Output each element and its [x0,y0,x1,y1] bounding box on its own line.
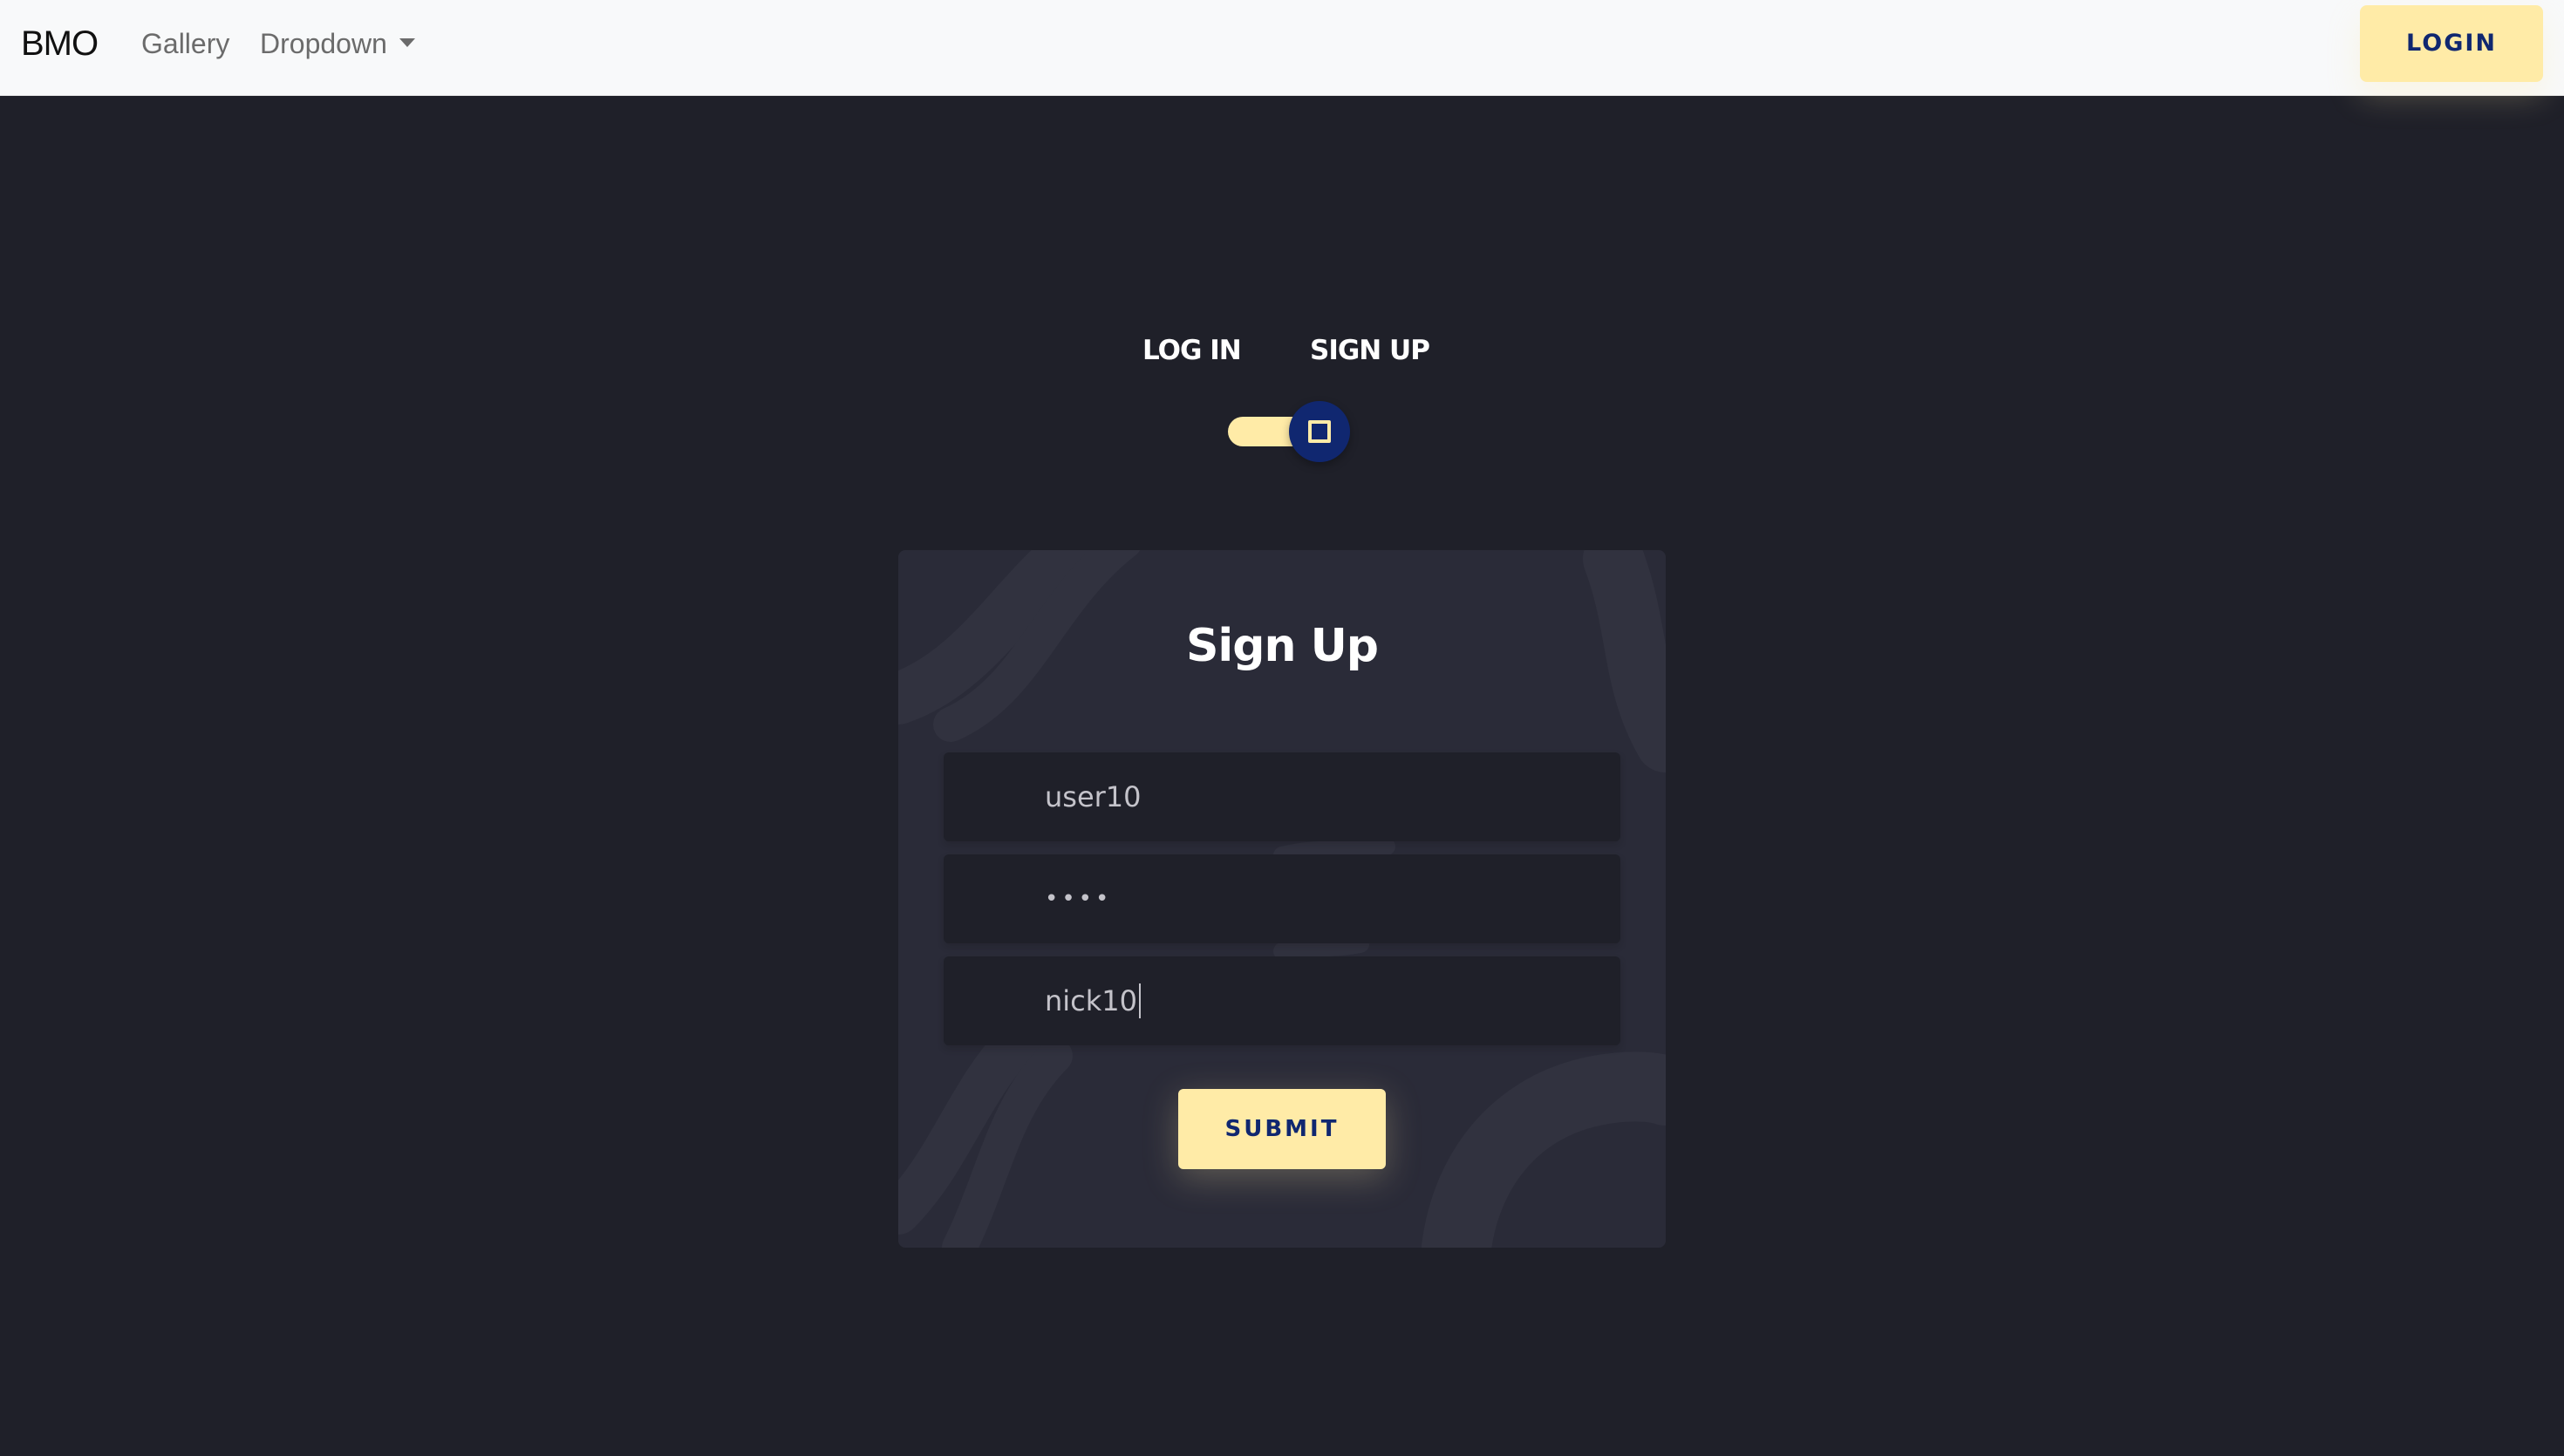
password-value: •••• [1045,886,1113,912]
login-button[interactable]: LOGIN [2360,5,2543,82]
square-icon [1308,420,1331,443]
nickname-value-wrap: nick10 [1045,956,1142,1045]
navbar: BMO Gallery Dropdown LOGIN [0,0,2564,96]
nav-link-gallery[interactable]: Gallery [141,24,229,63]
nickname-value: nick10 [1045,984,1138,1017]
form-title: Sign Up [1185,620,1379,672]
password-field[interactable]: •••• [944,854,1620,943]
submit-button[interactable]: SUBMIT [1178,1089,1386,1169]
switch-label-login[interactable]: LOG IN [1142,335,1242,366]
caret-down-icon [399,37,415,47]
nav-dropdown[interactable]: Dropdown [260,24,415,63]
username-value: user10 [1045,780,1142,813]
toggle-knob[interactable] [1289,401,1350,462]
username-field[interactable]: user10 [944,752,1620,841]
brand-logo[interactable]: BMO [21,21,99,66]
nickname-field[interactable]: nick10 [944,956,1620,1045]
text-cursor [1139,983,1142,1018]
nav-dropdown-label: Dropdown [260,28,387,59]
signup-card: Sign Up user10 •••• nick10 SUBMIT [898,550,1666,1248]
switch-label-signup[interactable]: SIGN UP [1310,335,1430,366]
